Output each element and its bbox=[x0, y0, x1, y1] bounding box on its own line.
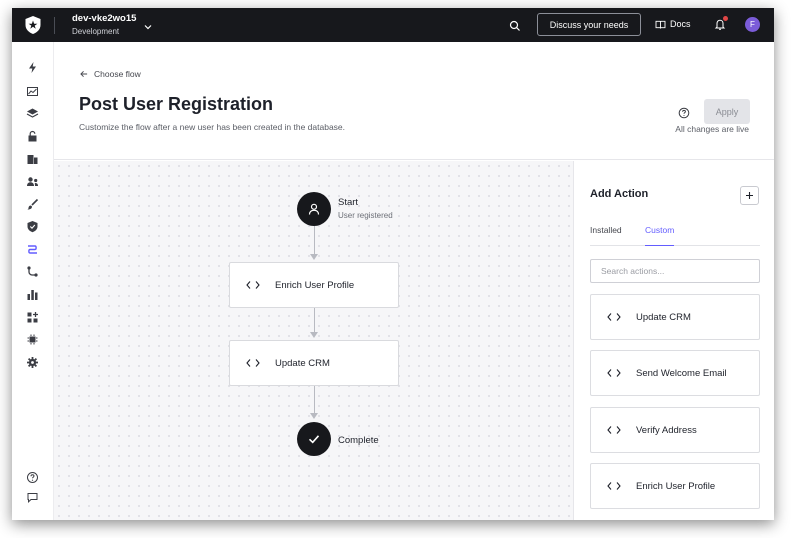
chevron-down-icon[interactable] bbox=[143, 19, 153, 30]
complete-label: Complete bbox=[338, 435, 379, 446]
tenant-selector[interactable]: dev-vke2wo15 Development bbox=[72, 13, 136, 38]
tenant-environment: Development bbox=[72, 27, 120, 36]
docs-label: Docs bbox=[670, 19, 691, 29]
brush-icon[interactable] bbox=[26, 198, 39, 211]
lock-icon[interactable] bbox=[26, 130, 39, 143]
search-icon[interactable] bbox=[509, 19, 521, 31]
arrow-left-icon bbox=[80, 71, 88, 77]
users-icon[interactable] bbox=[26, 175, 39, 188]
tab-installed[interactable]: Installed bbox=[590, 225, 622, 246]
panel-title: Add Action bbox=[590, 188, 649, 200]
extensions-icon[interactable] bbox=[26, 311, 39, 324]
flow-canvas: Start User registered Enrich User Profil… bbox=[54, 161, 573, 520]
choose-flow-label: Choose flow bbox=[94, 69, 141, 79]
page-subtitle: Customize the flow after a new user has … bbox=[79, 122, 346, 132]
page-title: Post User Registration bbox=[79, 94, 274, 114]
auth0-logo-icon[interactable] bbox=[24, 15, 42, 35]
layers-icon[interactable] bbox=[26, 107, 39, 120]
building-icon[interactable] bbox=[26, 152, 39, 165]
flow-action-label: Enrich User Profile bbox=[275, 279, 355, 291]
chip-icon[interactable] bbox=[26, 333, 39, 346]
live-status: All changes are live bbox=[675, 124, 749, 134]
flow-arrow bbox=[310, 254, 318, 260]
choose-flow-link[interactable]: Choose flow bbox=[80, 69, 141, 79]
top-bar: dev-vke2wo15 Development Discuss your ne… bbox=[12, 8, 774, 42]
discuss-your-needs-button[interactable]: Discuss your needs bbox=[537, 13, 641, 36]
flow-connector bbox=[314, 308, 315, 333]
action-list-item[interactable]: Verify Address bbox=[590, 407, 760, 453]
add-action-button[interactable] bbox=[740, 186, 759, 205]
flow-connector bbox=[314, 386, 315, 414]
code-icon bbox=[246, 359, 260, 367]
docs-link[interactable]: Docs bbox=[655, 19, 691, 29]
shield-check-icon[interactable] bbox=[26, 220, 39, 233]
flow-arrow bbox=[310, 413, 318, 419]
main-content: Choose flow Post User Registration Custo… bbox=[54, 42, 774, 520]
gear-icon[interactable] bbox=[26, 356, 39, 369]
start-label: Start bbox=[338, 197, 359, 208]
avatar[interactable]: F bbox=[745, 17, 760, 32]
flow-action-card[interactable]: Enrich User Profile bbox=[229, 262, 399, 308]
start-sublabel: User registered bbox=[338, 211, 393, 220]
flow-arrow bbox=[310, 332, 318, 338]
flow-action-label: Update CRM bbox=[275, 357, 330, 369]
chat-icon[interactable] bbox=[26, 491, 39, 504]
panel-tabs: Installed Custom bbox=[590, 225, 760, 246]
lightning-icon[interactable] bbox=[26, 61, 39, 74]
action-list-item[interactable]: Update CRM bbox=[590, 294, 760, 340]
user-icon bbox=[308, 203, 320, 215]
action-label: Update CRM bbox=[636, 311, 691, 323]
add-action-panel: Add Action Installed Custom Update CRM S… bbox=[573, 161, 774, 520]
apply-button[interactable]: Apply bbox=[704, 99, 750, 124]
action-list-item[interactable]: Enrich User Profile bbox=[590, 463, 760, 509]
tab-custom[interactable]: Custom bbox=[645, 225, 675, 246]
app-window: dev-vke2wo15 Development Discuss your ne… bbox=[12, 8, 774, 520]
chart-icon[interactable] bbox=[26, 85, 39, 98]
help-icon[interactable] bbox=[678, 106, 690, 119]
flow-action-card[interactable]: Update CRM bbox=[229, 340, 399, 386]
check-icon bbox=[308, 435, 320, 444]
search-actions-field bbox=[590, 259, 760, 283]
action-label: Send Welcome Email bbox=[636, 367, 727, 379]
code-icon bbox=[607, 313, 621, 321]
book-icon bbox=[655, 20, 666, 29]
code-icon bbox=[607, 482, 621, 490]
code-icon bbox=[607, 369, 621, 377]
help-circle-icon[interactable] bbox=[26, 471, 39, 484]
action-label: Verify Address bbox=[636, 424, 697, 436]
code-icon bbox=[246, 281, 260, 289]
action-list-item[interactable]: Send Welcome Email bbox=[590, 350, 760, 396]
action-label: Enrich User Profile bbox=[636, 480, 716, 492]
notification-dot bbox=[723, 16, 728, 21]
sidebar bbox=[12, 42, 54, 520]
topbar-divider bbox=[54, 17, 55, 34]
bar-chart-icon[interactable] bbox=[26, 288, 39, 301]
search-actions-input[interactable] bbox=[591, 260, 759, 282]
plus-icon bbox=[746, 192, 753, 199]
flow-connector bbox=[314, 226, 315, 255]
tenant-name: dev-vke2wo15 bbox=[72, 13, 137, 24]
branch-icon[interactable] bbox=[26, 265, 39, 278]
code-icon bbox=[607, 426, 621, 434]
complete-node bbox=[297, 422, 331, 456]
page-header: Choose flow Post User Registration Custo… bbox=[54, 42, 774, 160]
start-node bbox=[297, 192, 331, 226]
flow-icon[interactable] bbox=[26, 243, 39, 256]
